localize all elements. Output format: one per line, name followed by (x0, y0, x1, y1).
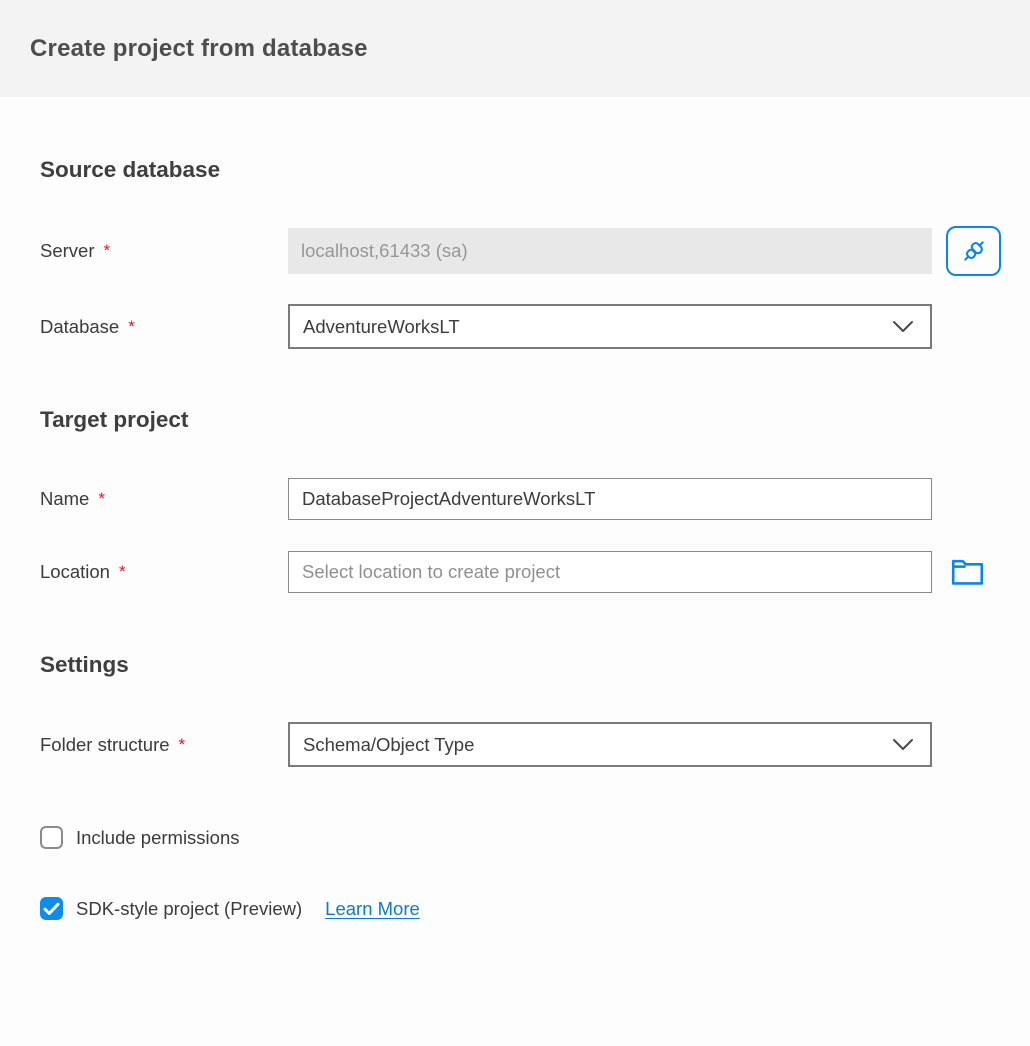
include-permissions-checkbox[interactable] (40, 826, 63, 849)
project-name-input[interactable] (288, 478, 932, 520)
browse-location-button[interactable] (950, 557, 985, 587)
server-field-row: Server* (40, 226, 990, 276)
name-field-row: Name* (40, 478, 990, 520)
required-asterisk: * (179, 735, 186, 755)
section-title-settings: Settings (40, 652, 990, 678)
page-title: Create project from database (30, 35, 368, 63)
database-dropdown-value: AdventureWorksLT (303, 316, 460, 338)
required-asterisk: * (104, 241, 111, 261)
folder-structure-dropdown[interactable]: Schema/Object Type (288, 722, 932, 767)
location-input[interactable] (288, 551, 932, 593)
location-label: Location* (40, 561, 288, 583)
sdk-style-project-row: SDK-style project (Preview) Learn More (40, 897, 990, 920)
chevron-down-icon (892, 320, 914, 333)
folder-structure-field-row: Folder structure* Schema/Object Type (40, 722, 990, 767)
required-asterisk: * (119, 562, 126, 582)
sdk-style-project-label: SDK-style project (Preview) (76, 898, 302, 920)
folder-icon (950, 557, 985, 587)
location-field-row: Location* (40, 551, 990, 593)
check-icon (43, 902, 60, 916)
database-field-row: Database* AdventureWorksLT (40, 304, 990, 349)
learn-more-link[interactable]: Learn More (325, 898, 420, 920)
required-asterisk: * (128, 317, 135, 337)
folder-structure-label: Folder structure* (40, 734, 288, 756)
dialog-header: Create project from database (0, 0, 1030, 97)
required-asterisk: * (98, 489, 105, 509)
sdk-style-project-checkbox[interactable] (40, 897, 63, 920)
folder-structure-dropdown-value: Schema/Object Type (303, 734, 474, 756)
name-label: Name* (40, 488, 288, 510)
chevron-down-icon (892, 738, 914, 751)
dialog-body: Source database Server* (0, 157, 1030, 920)
server-label: Server* (40, 240, 288, 262)
database-dropdown[interactable]: AdventureWorksLT (288, 304, 932, 349)
section-title-source-database: Source database (40, 157, 990, 183)
server-input[interactable] (288, 228, 932, 274)
include-permissions-row: Include permissions (40, 826, 990, 849)
database-label: Database* (40, 316, 288, 338)
section-title-target-project: Target project (40, 407, 990, 433)
connect-button[interactable] (946, 226, 1001, 276)
plug-icon (959, 236, 989, 266)
include-permissions-label: Include permissions (76, 827, 240, 849)
